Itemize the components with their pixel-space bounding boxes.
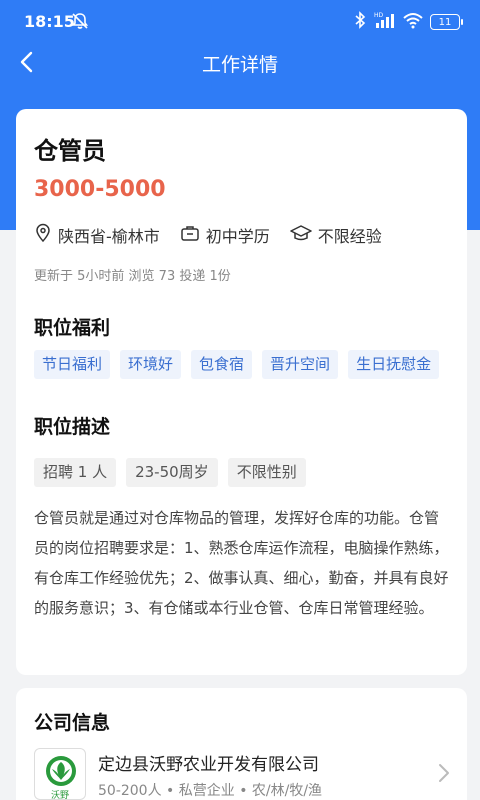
job-education: 初中学历 xyxy=(180,223,270,247)
job-description-text: 仓管员就是通过对仓库物品的管理，发挥好仓库的功能。仓管员的岗位招聘要求是：1、熟… xyxy=(34,509,449,617)
signal-icon: HD xyxy=(372,11,396,33)
graduation-cap-icon xyxy=(290,224,318,246)
job-education-text: 初中学历 xyxy=(205,227,270,246)
job-detail-card: 仓管员 3000-5000 陕西省-榆林市 初中学历 不限经验 更新于 5小时前… xyxy=(16,109,467,675)
requirement-tag: 招聘 1 人 xyxy=(34,458,117,487)
top-bar: 工作详情 xyxy=(0,40,480,84)
wifi-icon xyxy=(402,11,424,33)
job-experience: 不限经验 xyxy=(290,223,382,247)
benefit-tag: 包食宿 xyxy=(191,350,253,379)
job-stats: 更新于 5小时前 浏览 73 投递 1份 xyxy=(34,269,231,284)
briefcase-icon xyxy=(180,224,206,246)
job-title: 仓管员 xyxy=(34,137,106,165)
job-meta-row: 陕西省-榆林市 初中学历 不限经验 xyxy=(34,223,402,247)
job-salary: 3000-5000 xyxy=(34,177,166,202)
company-meta: 50-200人 • 私营企业 • 农/林/牧/渔 xyxy=(98,783,323,799)
battery-indicator: 11 xyxy=(430,14,463,30)
job-location: 陕西省-榆林市 xyxy=(34,223,160,247)
job-experience-text: 不限经验 xyxy=(317,227,382,246)
status-time: 18:15 xyxy=(24,12,75,31)
company-name: 定边县沃野农业开发有限公司 xyxy=(98,755,319,775)
benefit-tag: 生日抚慰金 xyxy=(348,350,440,379)
bluetooth-icon xyxy=(354,11,366,33)
benefits-tags: 节日福利 环境好 包食宿 晋升空间 生日抚慰金 xyxy=(34,350,440,379)
svg-text:沃野: 沃野 xyxy=(51,790,69,800)
requirement-tag: 不限性别 xyxy=(227,458,306,487)
requirement-tags: 招聘 1 人 23-50周岁 不限性别 xyxy=(34,458,306,487)
svg-text:HD: HD xyxy=(374,12,384,19)
company-logo: 沃野 xyxy=(34,748,86,800)
benefit-tag: 节日福利 xyxy=(34,350,111,379)
benefit-tag: 环境好 xyxy=(120,350,182,379)
company-section-title: 公司信息 xyxy=(34,712,111,734)
description-title: 职位描述 xyxy=(34,416,111,438)
company-card[interactable]: 公司信息 沃野 定边县沃野农业开发有限公司 50-200人 • 私营企业 • 农… xyxy=(16,688,467,800)
benefit-tag: 晋升空间 xyxy=(262,350,339,379)
status-bar: 18:15 HD 11 xyxy=(0,0,480,44)
page-title: 工作详情 xyxy=(201,54,278,76)
mute-icon xyxy=(70,11,90,35)
location-pin-icon xyxy=(34,223,58,247)
chevron-right-icon[interactable] xyxy=(437,762,451,788)
requirement-tag: 23-50周岁 xyxy=(126,458,218,487)
job-location-text: 陕西省-榆林市 xyxy=(58,227,160,246)
benefits-title: 职位福利 xyxy=(34,317,111,339)
